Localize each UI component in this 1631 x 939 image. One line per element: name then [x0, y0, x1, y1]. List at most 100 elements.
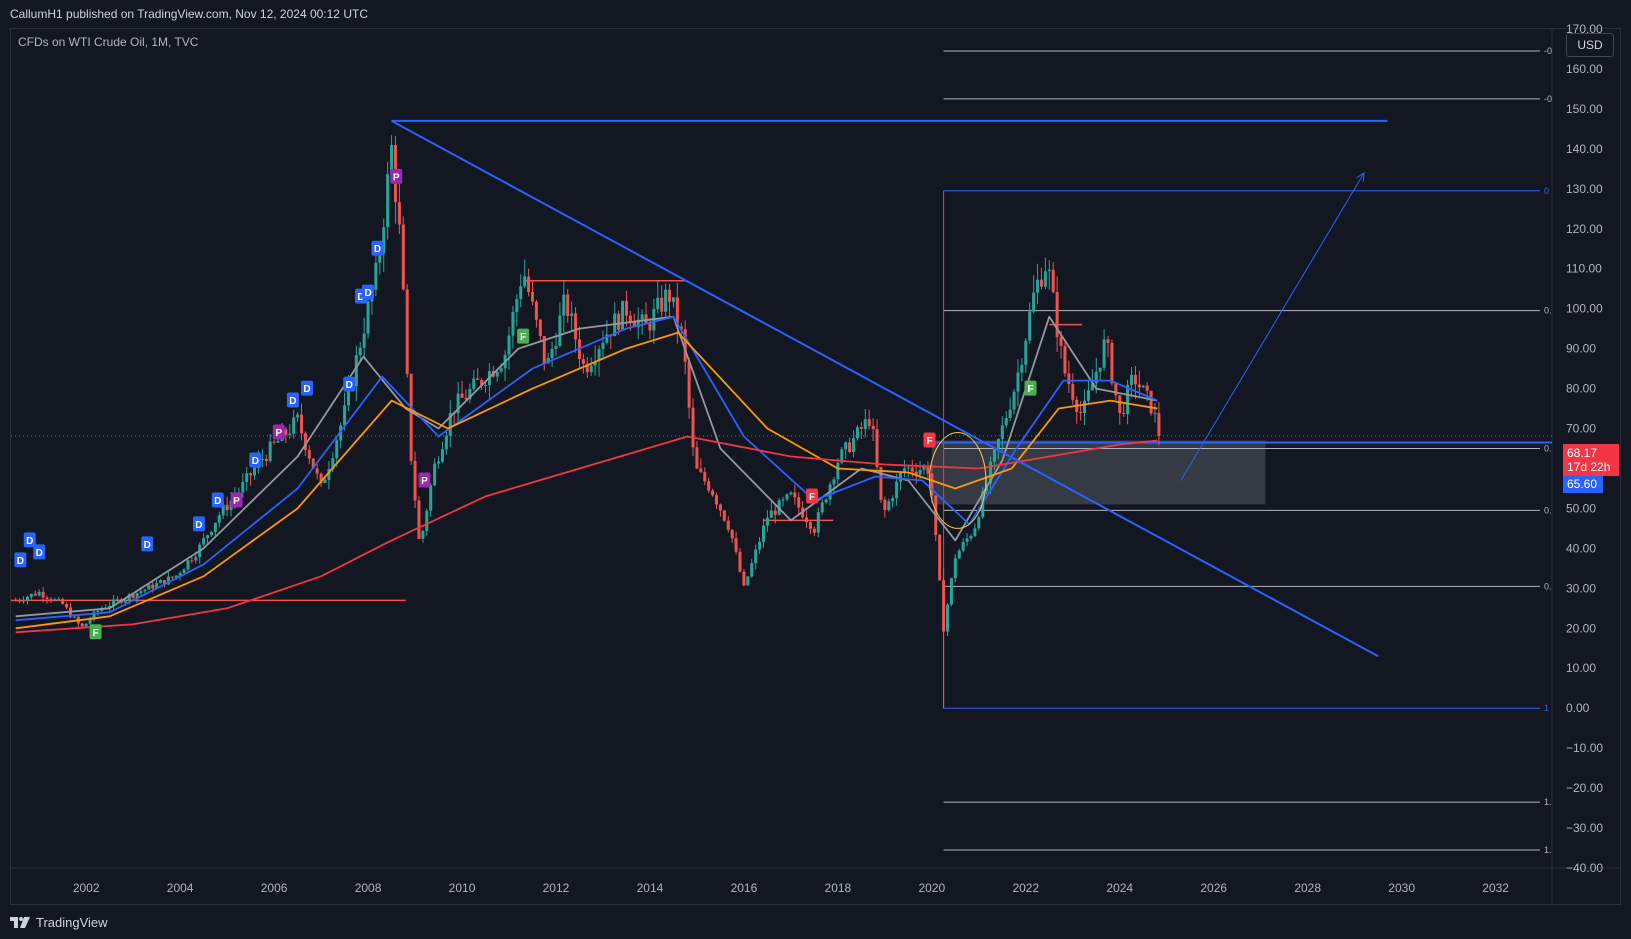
candle-body: [495, 371, 499, 377]
candle-body: [922, 466, 926, 470]
candle-body: [1008, 409, 1012, 418]
price-axis-tick: 0.00: [1566, 701, 1590, 715]
signal-marker-label: D: [195, 520, 202, 531]
candle-body: [808, 522, 812, 529]
candle-body: [421, 531, 425, 539]
candle-body: [773, 510, 777, 515]
candle-body: [867, 419, 871, 426]
projection-arrow-line: [1180, 172, 1365, 481]
symbol-label[interactable]: CFDs on WTI Crude Oil, 1M, TVC: [18, 35, 198, 49]
candle-body: [961, 541, 965, 551]
candle-body: [186, 560, 190, 570]
footer: TradingView: [0, 905, 1631, 939]
tradingview-logo-icon[interactable]: [10, 915, 32, 929]
candle-body: [472, 378, 476, 389]
price-axis-tick: 120.00: [1566, 222, 1603, 236]
candle-body: [816, 512, 820, 533]
fib-level-label: 0.: [1544, 444, 1552, 454]
signal-marker-label: D: [252, 456, 259, 467]
candle-body: [1063, 345, 1067, 374]
fib-level-label: 1: [1544, 703, 1549, 713]
candle-body: [444, 435, 448, 450]
candle-body: [871, 425, 875, 430]
candle-body: [848, 442, 852, 452]
time-axis-tick: 2024: [1106, 881, 1133, 895]
candle-body: [891, 498, 895, 502]
candle-body: [832, 479, 836, 485]
price-axis-tick: 140.00: [1566, 142, 1603, 156]
candle-body: [440, 449, 444, 462]
candle-body: [953, 558, 957, 579]
candle-body: [170, 576, 174, 578]
candle-body: [139, 591, 143, 594]
candle-body: [88, 619, 92, 624]
candle-body: [405, 289, 409, 374]
candle-body: [789, 492, 793, 495]
candle-body: [855, 427, 859, 439]
candle-body: [425, 510, 429, 532]
time-axis-tick: 2018: [825, 881, 852, 895]
fib-level-label: 0.: [1544, 581, 1552, 591]
candle-body: [640, 314, 644, 320]
signal-marker-label: D: [144, 540, 151, 551]
candle-body: [386, 174, 390, 228]
candle-body: [264, 458, 268, 462]
candle-body: [558, 315, 562, 347]
candle-body: [722, 510, 726, 521]
candle-body: [930, 473, 934, 496]
currency-button[interactable]: USD: [1566, 33, 1614, 57]
candle-body: [824, 499, 828, 503]
candle-body: [515, 298, 519, 313]
candle-body: [374, 262, 378, 290]
time-axis-tick: 2004: [167, 881, 194, 895]
candle-body: [965, 538, 969, 542]
candle-body: [433, 463, 437, 486]
candle-body: [926, 466, 930, 474]
candle-body: [300, 414, 304, 434]
candle-body: [895, 481, 899, 499]
price-axis-tick: 130.00: [1566, 182, 1603, 196]
candle-body: [1137, 384, 1141, 388]
candle-body: [946, 604, 950, 632]
candle-body: [570, 313, 574, 316]
candle-body: [1071, 384, 1075, 400]
candle-body: [754, 549, 758, 564]
fib-level-label: -0: [1544, 46, 1552, 56]
candle-body: [761, 525, 765, 542]
time-axis-tick: 2008: [355, 881, 382, 895]
candle-body: [245, 473, 249, 483]
footer-brand[interactable]: TradingView: [36, 915, 108, 930]
candle-body: [507, 335, 511, 355]
candle-body: [209, 531, 213, 536]
signal-marker-label: P: [233, 496, 240, 507]
price-axis-tick: 80.00: [1566, 382, 1596, 396]
candle-body: [499, 368, 503, 372]
candle-body: [918, 469, 922, 475]
candle-body: [1036, 279, 1040, 293]
time-axis-tick: 2020: [918, 881, 945, 895]
candle-body: [1079, 411, 1083, 413]
candle-body: [147, 584, 151, 590]
candle-body: [969, 535, 973, 539]
candle-body: [362, 333, 366, 348]
price-chart[interactable]: 1 70.00 160.00 150.00 140.00 130.00 120.00 110.…: [0, 0, 1631, 939]
candle-body: [1028, 311, 1032, 341]
candle-body: [1122, 412, 1126, 415]
candle-body: [1141, 385, 1145, 388]
candle-body: [1157, 412, 1161, 437]
candle-body: [323, 479, 327, 483]
candle-body: [1043, 271, 1047, 287]
candle-body: [307, 450, 311, 459]
candle-body: [765, 517, 769, 526]
candle-body: [581, 359, 585, 364]
candle-body: [879, 467, 883, 500]
candle-body: [484, 385, 488, 387]
signal-marker-label: F: [926, 436, 932, 447]
price-axis-tick: 100.00: [1566, 302, 1603, 316]
fib-level-label: 1.: [1544, 845, 1552, 855]
fib-level-label: 0.: [1544, 505, 1552, 515]
signal-marker-label: F: [809, 492, 815, 503]
candle-body: [115, 599, 119, 601]
signal-marker-label: D: [303, 384, 310, 395]
price-axis-tick: 150.00: [1566, 102, 1603, 116]
